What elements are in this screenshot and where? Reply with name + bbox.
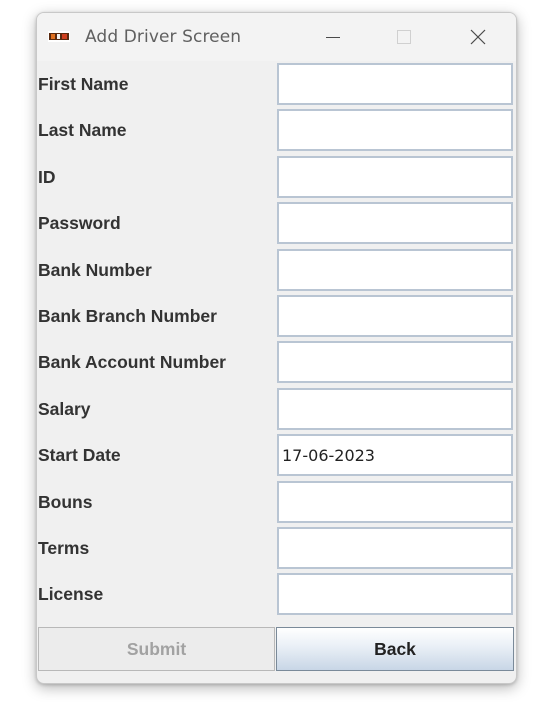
form-row-start-date: Start Date — [37, 432, 516, 478]
minimize-icon — [326, 37, 340, 38]
title-bar[interactable]: Add Driver Screen — [37, 13, 516, 61]
bank-branch-number-field[interactable] — [277, 295, 513, 337]
maximize-button — [381, 13, 427, 61]
maximize-icon — [397, 30, 411, 44]
form-row-bank-branch-number: Bank Branch Number — [37, 293, 516, 339]
license-label: License — [38, 584, 104, 605]
form-panel: First Name Last Name ID Password Bank Nu… — [37, 61, 516, 683]
form-row-last-name: Last Name — [37, 107, 516, 153]
terms-field[interactable] — [277, 527, 513, 569]
java-icon — [48, 31, 70, 42]
bank-branch-number-label: Bank Branch Number — [38, 306, 217, 326]
form-row-license: License — [37, 571, 516, 617]
bank-account-number-label: Bank Account Number — [38, 352, 226, 373]
form-row-bank-number: Bank Number — [37, 247, 516, 293]
bonus-label: Bouns — [38, 491, 93, 512]
password-label: Password — [38, 213, 121, 234]
bonus-field[interactable] — [277, 480, 513, 523]
form-row-salary: Salary — [37, 386, 516, 432]
salary-field[interactable] — [277, 387, 513, 430]
form-row-password: Password — [37, 200, 516, 246]
back-button[interactable]: Back — [276, 627, 514, 671]
password-field[interactable] — [277, 202, 513, 245]
last-name-label: Last Name — [38, 120, 127, 141]
salary-label: Salary — [38, 398, 91, 419]
first-name-field[interactable] — [277, 63, 513, 105]
bank-account-number-field[interactable] — [277, 341, 513, 384]
start-date-field[interactable] — [277, 434, 513, 477]
form-row-first-name: First Name — [37, 61, 516, 107]
form-row-bonus: Bouns — [37, 479, 516, 525]
license-field[interactable] — [277, 573, 513, 616]
bank-number-label: Bank Number — [38, 259, 152, 280]
first-name-label: First Name — [38, 74, 129, 94]
id-field[interactable] — [277, 155, 513, 198]
form-row-bank-account-number: Bank Account Number — [37, 339, 516, 385]
submit-button: Submit — [38, 627, 275, 671]
last-name-field[interactable] — [277, 109, 513, 152]
minimize-button[interactable] — [310, 13, 356, 61]
bank-number-field[interactable] — [277, 248, 513, 291]
close-button[interactable] — [455, 13, 501, 61]
form-row-terms: Terms — [37, 525, 516, 571]
add-driver-window: Add Driver Screen First Name Last Name I… — [36, 12, 517, 684]
terms-label: Terms — [38, 538, 90, 558]
window-title: Add Driver Screen — [85, 27, 242, 47]
form-row-id: ID — [37, 154, 516, 200]
close-icon — [470, 29, 486, 45]
id-label: ID — [38, 166, 56, 187]
start-date-label: Start Date — [38, 445, 121, 466]
